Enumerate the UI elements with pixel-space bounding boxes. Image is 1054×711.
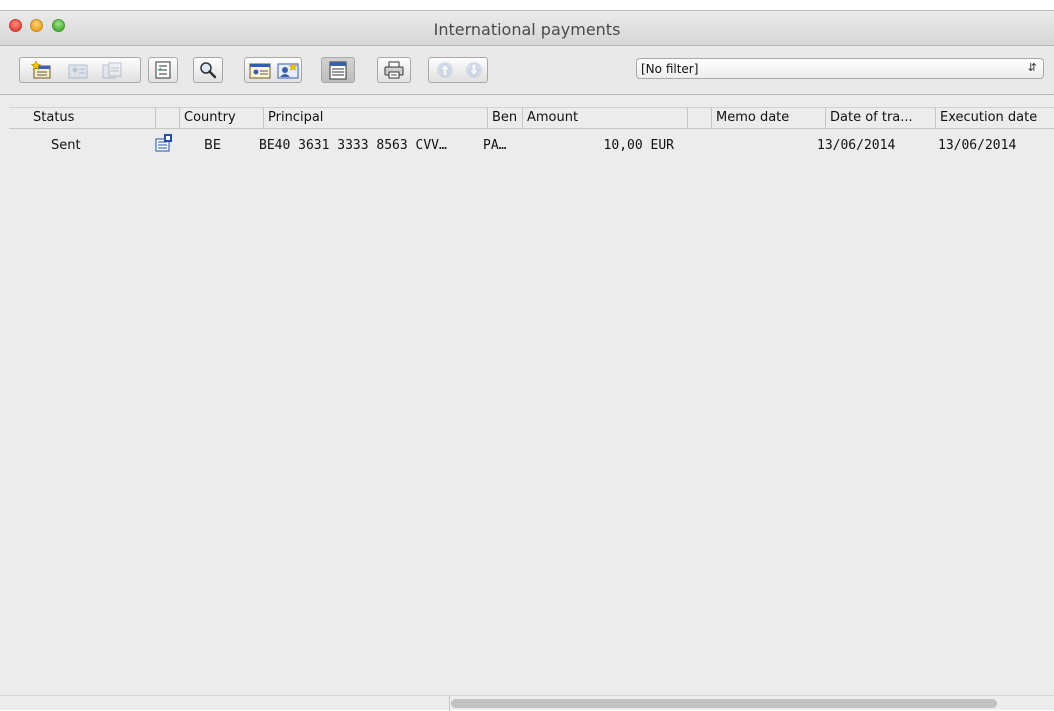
column-header-execution-date[interactable]: Execution date [935,108,1054,128]
details-group [244,57,302,83]
column-header-spacer[interactable] [687,108,711,128]
move-up-button[interactable] [432,58,458,82]
country-cell: BE [204,138,222,153]
column-header-country[interactable]: Country [179,108,263,128]
filter-label: [No filter] [641,62,699,76]
beneficiary-icon [277,62,299,79]
print-icon [384,61,404,79]
duplicate-button[interactable] [99,58,125,82]
calendar-icon [329,61,347,80]
column-header-date-of-transfer[interactable]: Date of tra... [825,108,935,128]
window-title: International payments [433,20,621,39]
open-payment-icon [68,64,88,79]
column-header-status[interactable]: Status [29,108,155,128]
duplicate-icon [102,62,122,79]
details-button[interactable] [247,58,273,82]
table-row[interactable]: Sent BE BE40 3631 3333 8563 CVV… PA… 10,… [9,134,1054,155]
calendar-button[interactable] [325,58,351,82]
date-of-transfer-cell: 13/06/2014 [817,138,896,153]
column-header-amount[interactable]: Amount [522,108,687,128]
horizontal-scrollbar[interactable] [0,695,1054,711]
application-window: International payments Status Country Pr… [0,10,1054,711]
principal-cell: BE40 3631 3333 8563 CVV… [259,138,447,153]
column-header-principal[interactable]: Principal [263,108,487,128]
column-header-memo-date[interactable]: Memo date [711,108,825,128]
open-payment-button[interactable] [65,58,91,82]
filter-select[interactable]: [No filter] ⇵ [636,58,1044,79]
details-icon [249,63,271,79]
scrollbar-thumb[interactable] [451,699,997,708]
record-actions-group [19,57,141,83]
print-button[interactable] [381,58,407,82]
search-button[interactable] [195,58,221,82]
search-icon [200,62,217,79]
move-down-button[interactable] [461,58,487,82]
status-cell: Sent [51,138,81,153]
ben-cell: PA… [483,138,507,153]
column-header-ben[interactable]: Ben [487,108,522,128]
new-payment-button[interactable] [29,58,55,82]
select-arrows-icon: ⇵ [1027,61,1037,74]
reorder-group [428,57,488,83]
checklist-button[interactable] [150,58,176,82]
table-body[interactable]: Sent BE BE40 3631 3333 8563 CVV… PA… 10,… [9,129,1054,695]
memo-date-cell [704,137,814,155]
amount-cell: 10,00 EUR [603,138,674,153]
checklist-icon [155,61,171,79]
arrow-down-icon [466,62,482,78]
arrow-up-icon [437,62,453,78]
document-icon [155,134,172,152]
checklist-group [148,57,178,83]
window-left-edge [0,107,9,695]
title-bar[interactable]: International payments [0,11,1054,46]
scrollbar-divider [449,696,450,711]
print-group [377,57,411,83]
search-group [193,57,223,83]
column-header-icon[interactable] [155,108,179,128]
document-status-cell [154,133,176,153]
table-header: Status Country Principal Ben Amount Memo… [9,107,1054,129]
new-payment-icon [31,60,51,79]
execution-date-cell: 13/06/2014 [938,138,1017,153]
calendar-group [321,57,355,83]
beneficiary-button[interactable] [275,58,301,82]
